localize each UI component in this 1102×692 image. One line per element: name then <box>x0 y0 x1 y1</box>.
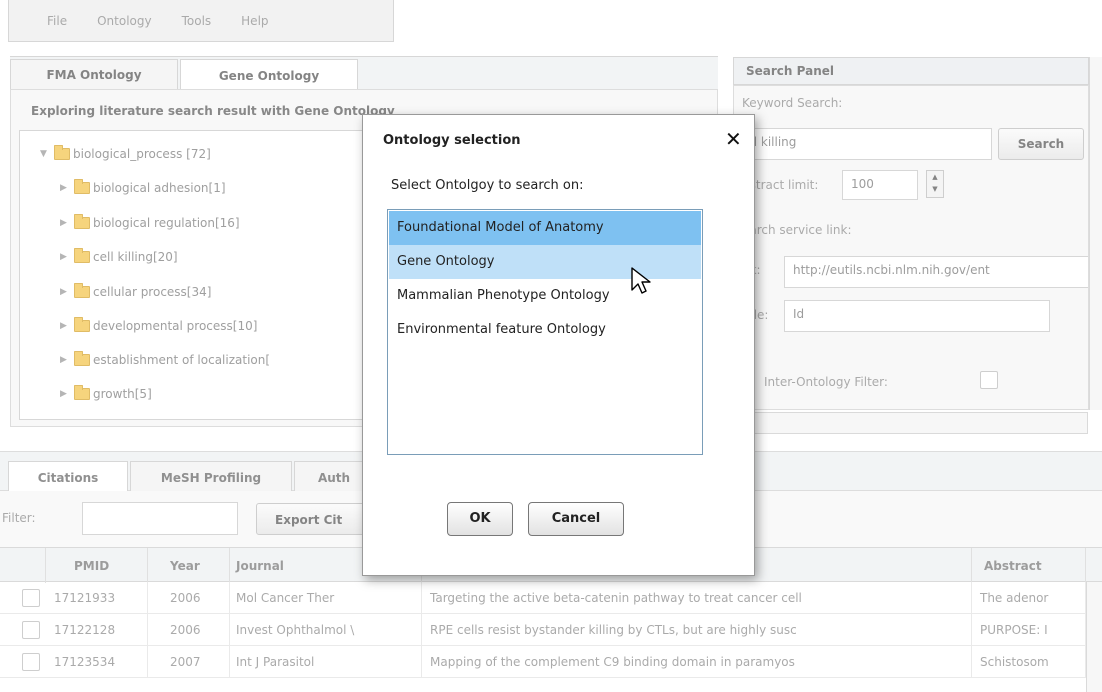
option-mammalian-phenotype-ontology[interactable]: Mammalian Phenotype Ontology <box>389 279 701 313</box>
dialog-titlebar: Ontology selection ✕ <box>363 115 754 170</box>
ok-button[interactable]: OK <box>447 502 513 536</box>
option-environmental-feature-ontology[interactable]: Environmental feature Ontology <box>389 313 701 347</box>
dialog-prompt: Select Ontolgoy to search on: <box>391 178 584 193</box>
ontology-selection-dialog: Ontology selection ✕ Select Ontolgoy to … <box>362 114 755 576</box>
mouse-pointer-icon <box>631 267 651 294</box>
option-gene-ontology[interactable]: Gene Ontology <box>389 245 701 279</box>
close-icon[interactable]: ✕ <box>725 129 742 149</box>
cancel-button[interactable]: Cancel <box>528 502 624 536</box>
dialog-title: Ontology selection <box>383 133 521 148</box>
ontology-listbox[interactable]: Foundational Model of Anatomy Gene Ontol… <box>387 209 703 455</box>
option-foundational-model-of-anatomy[interactable]: Foundational Model of Anatomy <box>389 211 701 245</box>
